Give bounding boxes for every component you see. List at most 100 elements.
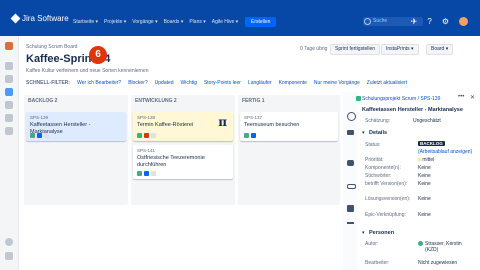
attachment-icon[interactable] — [347, 184, 356, 189]
priority-icon — [144, 133, 149, 138]
complete-sprint-button[interactable]: Sprint fertigstellen — [330, 44, 381, 55]
quick-filter[interactable]: Blocker? — [128, 80, 147, 86]
collapse-sidebar-icon[interactable] — [5, 252, 13, 260]
project-sidebar — [0, 36, 19, 270]
estimate-icon — [44, 133, 49, 138]
main-nav: Startseite ▾ Projekte ▾ Vorgänge ▾ Board… — [73, 19, 238, 25]
nav-vorgaenge[interactable]: Vorgänge ▾ — [132, 19, 157, 25]
subtasks-icon[interactable] — [347, 205, 354, 212]
notifications-icon[interactable]: ✈ — [411, 17, 418, 26]
quick-filter[interactable]: Nur meine Vorgänge — [314, 80, 360, 86]
quick-filter[interactable]: Story-Points leer — [204, 80, 241, 86]
settings-icon[interactable]: ⚙ — [442, 17, 449, 26]
chevron-down-icon[interactable]: ▾ — [362, 230, 365, 236]
issue-key: SPS-138 — [137, 115, 156, 120]
create-button[interactable]: Erstellen — [245, 17, 277, 27]
nav-boards[interactable]: Boards ▾ — [164, 19, 184, 25]
reporter-label: Autor: — [365, 241, 379, 247]
story-icon — [137, 171, 142, 176]
reporter-value[interactable]: Strasser, Kerstin (KZD) — [425, 241, 475, 253]
jira-logo[interactable]: Jira Software — [10, 13, 69, 24]
nav-plans[interactable]: Plans ▾ — [189, 19, 205, 25]
settings-icon[interactable] — [5, 238, 13, 246]
details-heading: Details — [369, 130, 388, 136]
links-icon[interactable] — [347, 222, 354, 224]
releases-icon[interactable] — [5, 114, 13, 122]
issue-card-sps-138[interactable]: SPS-138 Termin Kaffee-Rösterei π — [133, 112, 233, 141]
status-badge[interactable]: BACKLOG — [418, 141, 445, 147]
estimate-label: Schätzung: — [365, 118, 391, 124]
days-remaining: 0 Tage übrig — [300, 46, 328, 52]
issue-card-sps-137[interactable]: SPS-137 Teemuseum besuchen — [240, 112, 338, 141]
issue-card-sps-141[interactable]: SPS-141 Ostfriesische Teezeremonie durch… — [133, 145, 233, 179]
help-icon[interactable]: ? — [427, 17, 431, 26]
affects-version-label: betrifft Version(en): — [365, 181, 408, 187]
column-header: ENTWICKLUNG 2 — [135, 98, 177, 104]
quick-filter[interactable]: Komponente — [279, 80, 307, 86]
people-heading: Personen — [369, 230, 395, 236]
pi-icon: π — [218, 115, 227, 129]
nav-agile-hive[interactable]: Agile Hive ▾ — [212, 19, 238, 25]
priority-medium-icon: ≡ — [418, 157, 421, 163]
epic-link-value[interactable]: Keine — [418, 212, 431, 218]
card-icons — [30, 133, 49, 138]
story-icon — [244, 133, 249, 138]
quick-filter[interactable]: Updated — [155, 80, 174, 86]
comment-icon[interactable] — [347, 160, 354, 166]
epic-link-label: Epic-Verknüpfung: — [365, 212, 406, 218]
quick-filter[interactable]: Langläufer — [248, 80, 272, 86]
status-label: Status: — [365, 142, 381, 148]
quick-filter[interactable]: Wichtig — [181, 80, 197, 86]
quick-filter[interactable]: Wer ich Bearbeiter? — [77, 80, 121, 86]
quick-filter[interactable]: Zuletzt aktualisiert — [367, 80, 407, 86]
priority-icon — [251, 133, 256, 138]
issue-summary: Teemuseum besuchen — [244, 122, 300, 128]
user-avatar[interactable] — [459, 17, 468, 26]
close-icon[interactable]: ✕ — [470, 94, 475, 101]
reports-icon[interactable] — [5, 101, 13, 109]
nav-projekte[interactable]: Projekte ▾ — [104, 19, 126, 25]
issue-key: SPS-137 — [244, 115, 263, 120]
labels-value[interactable]: Keine — [418, 173, 431, 179]
project-avatar-icon[interactable] — [5, 42, 13, 50]
more-icon[interactable]: ••• — [458, 94, 464, 100]
components-value[interactable]: Keine — [418, 165, 431, 171]
card-icons — [137, 171, 156, 176]
affects-version-value[interactable]: Keine — [418, 181, 431, 187]
labels-label: Stichwörter: — [365, 173, 392, 179]
nav-startseite[interactable]: Startseite ▾ — [73, 19, 98, 25]
issue-key: SPS-141 — [137, 148, 156, 153]
column-header: BACKLOG 2 — [28, 98, 58, 104]
issue-breadcrumb[interactable]: Schulungsprojekt Scrum / SPS-139 — [362, 96, 440, 102]
issue-summary: Ostfriesische Teezeremonie durchführen — [137, 155, 205, 168]
estimate-value[interactable]: Ungeschätzt — [413, 118, 441, 124]
priority-label: Priorität: — [365, 157, 384, 163]
backlog-icon[interactable] — [5, 62, 13, 70]
app-name: Jira Software — [22, 14, 69, 23]
card-icons — [137, 133, 156, 138]
status-value: BACKLOG — [418, 141, 445, 146]
board-icon[interactable] — [5, 75, 13, 83]
active-sprint-icon[interactable] — [5, 88, 13, 96]
fix-version-value[interactable]: Keine — [418, 196, 431, 202]
issue-key: SPS-139 — [30, 115, 49, 120]
top-right-icons: ✈ ? ⚙ — [411, 17, 468, 26]
issue-card-sps-139[interactable]: SPS-139 Kaffeetassen Hersteller - Markta… — [26, 112, 126, 141]
estimate-icon — [151, 133, 156, 138]
details-icon[interactable] — [347, 130, 354, 135]
assignee-label: Bearbeiter: — [365, 260, 390, 266]
instaprints-button[interactable]: InstaPrints ▾ — [381, 44, 419, 55]
board-menu-button[interactable]: Board ▾ — [426, 44, 454, 55]
card-icons — [244, 133, 256, 138]
assignee-value[interactable]: Nicht zugewiesen — [418, 260, 457, 266]
chevron-down-icon[interactable]: ▾ — [362, 130, 365, 136]
components-icon[interactable] — [5, 127, 13, 135]
priority-value[interactable]: ≡ mittel — [418, 157, 434, 163]
jira-icon — [10, 13, 21, 24]
view-workflow-link[interactable]: (Arbeitsablauf anzeigen) — [418, 149, 472, 155]
issue-title[interactable]: Kaffeetassen Hersteller - Marktanalyse — [362, 107, 463, 113]
components-label: Komponente(n): — [365, 165, 401, 171]
board-breadcrumb[interactable]: Schulung Scrum Board — [26, 44, 77, 50]
info-icon[interactable] — [347, 112, 356, 121]
quick-filter-label: SCHNELL-FILTER: — [26, 80, 71, 86]
